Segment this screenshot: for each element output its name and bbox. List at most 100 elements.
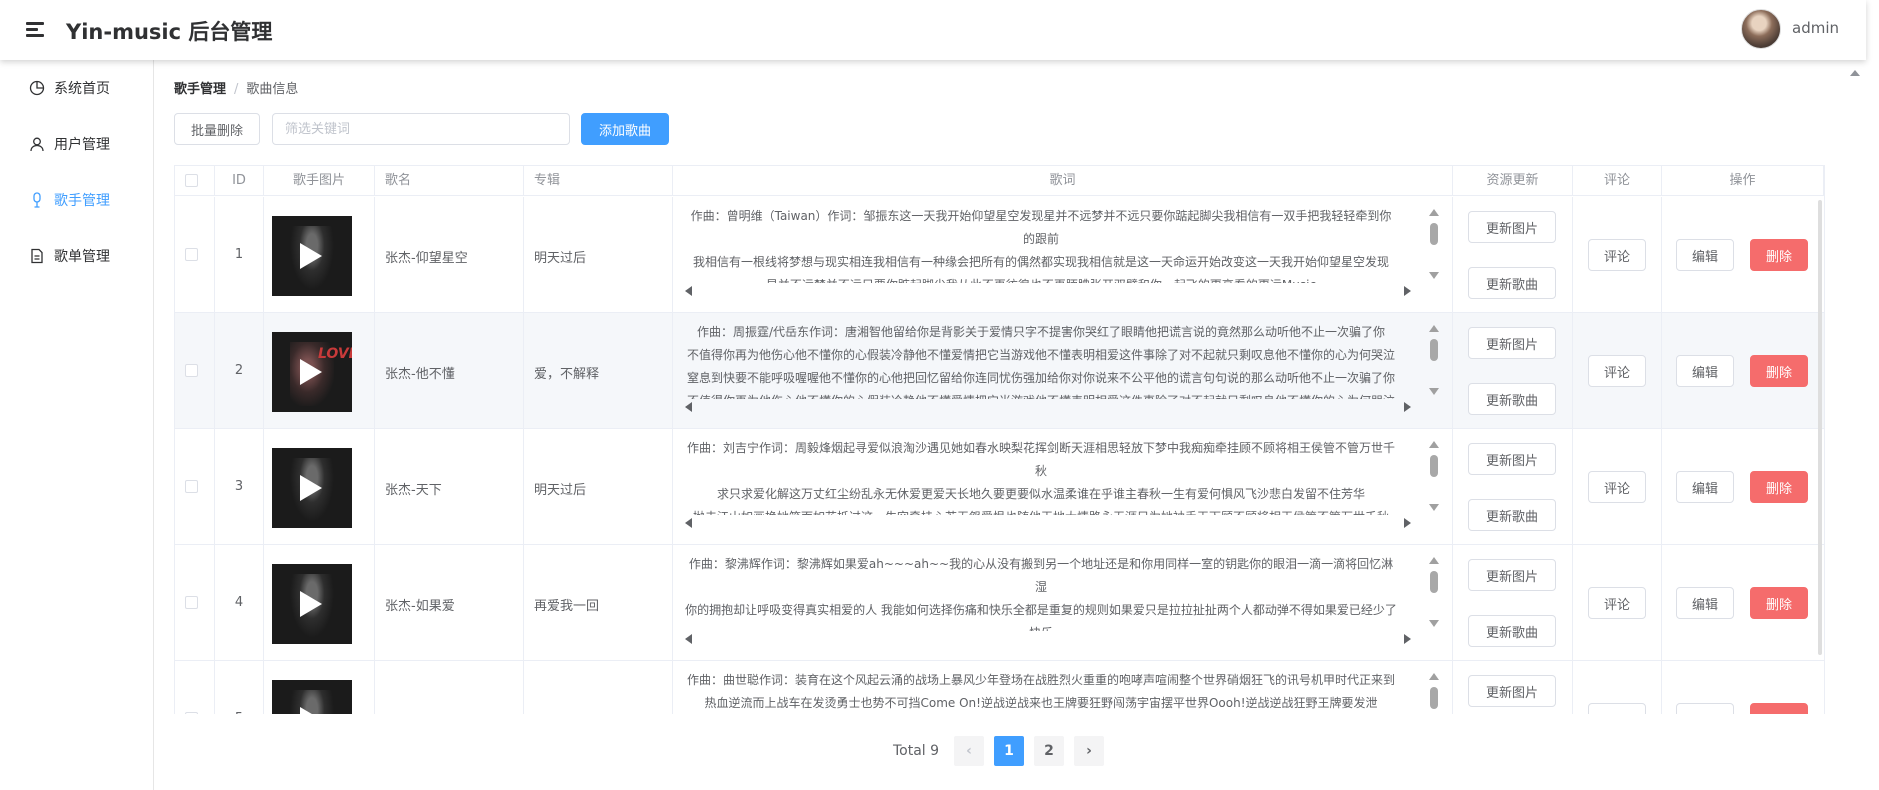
pagination-page-2[interactable]: 2 <box>1034 736 1064 766</box>
edit-button[interactable]: 编辑 <box>1676 239 1734 271</box>
lyrics-box[interactable]: 作曲：曲世聪作词：装育在这个风起云涌的战场上暴风少年登场在战胜烈火重重的咆哮声喧… <box>685 669 1423 714</box>
sidebar-item-singers[interactable]: 歌手管理 <box>0 172 153 228</box>
lyrics-box[interactable]: 作曲：曾明维（Taiwan）作词：邹振东这一天我开始仰望星空发现星并不远梦并不远… <box>685 205 1423 283</box>
sidebar-item-playlists[interactable]: 歌单管理 <box>0 228 153 284</box>
update-image-button[interactable]: 更新图片 <box>1468 675 1556 707</box>
table-row[interactable]: 3 张杰-天下 明天过后 作曲：刘吉宁作词：周毅烽烟起寻爱似浪淘沙遇见她如春水映… <box>175 429 1824 545</box>
comment-button[interactable]: 评论 <box>1588 703 1646 714</box>
delete-button[interactable]: 删除 <box>1750 471 1808 503</box>
scroll-down-icon[interactable] <box>1429 272 1439 279</box>
scroll-left-icon[interactable] <box>685 518 692 528</box>
scroll-left-icon[interactable] <box>685 402 692 412</box>
add-song-button[interactable]: 添加歌曲 <box>581 113 669 145</box>
menu-toggle-icon[interactable] <box>26 19 44 41</box>
update-song-button[interactable]: 更新歌曲 <box>1468 615 1556 647</box>
scroll-thumb[interactable] <box>1430 339 1438 361</box>
lyrics-box[interactable]: 作曲：刘吉宁作词：周毅烽烟起寻爱似浪淘沙遇见她如春水映梨花挥剑断天涯相思轻放下梦… <box>685 437 1423 515</box>
scroll-up-icon[interactable] <box>1429 325 1439 332</box>
scroll-right-icon[interactable] <box>1404 402 1411 412</box>
table-row[interactable]: 4 张杰-如果爱 再爱我一回 作曲：黎沸辉作词：黎沸辉如果爱ah~~~ah~~我… <box>175 545 1824 661</box>
scroll-up-icon[interactable] <box>1429 441 1439 448</box>
row-checkbox[interactable] <box>185 364 198 377</box>
song-cover-image[interactable]: LOVE <box>272 332 352 412</box>
scroll-thumb[interactable] <box>1430 223 1438 245</box>
pagination-page-1[interactable]: 1 <box>994 736 1024 766</box>
song-cover-image[interactable] <box>272 564 352 644</box>
play-icon[interactable] <box>300 591 322 617</box>
lyrics-box[interactable]: 作曲：周振霆/代岳东作词：唐湘智他留给你是背影关于爱情只字不提害你哭红了眼睛他把… <box>685 321 1423 399</box>
lyrics-vertical-scrollbar[interactable] <box>1427 557 1441 627</box>
comment-button[interactable]: 评论 <box>1588 355 1646 387</box>
scroll-right-icon[interactable] <box>1404 518 1411 528</box>
lyrics-horizontal-scrollbar[interactable] <box>685 633 1411 645</box>
update-image-button[interactable]: 更新图片 <box>1468 443 1556 475</box>
row-checkbox[interactable] <box>185 480 198 493</box>
scroll-right-icon[interactable] <box>1404 286 1411 296</box>
table-scrollbar[interactable] <box>1818 200 1822 655</box>
row-checkbox[interactable] <box>185 596 198 609</box>
lyrics-vertical-scrollbar[interactable] <box>1427 209 1441 279</box>
lyrics-horizontal-scrollbar[interactable] <box>685 285 1411 297</box>
pagination-prev-button[interactable]: ‹ <box>954 736 984 766</box>
update-image-button[interactable]: 更新图片 <box>1468 327 1556 359</box>
scroll-left-icon[interactable] <box>685 286 692 296</box>
delete-button[interactable]: 删除 <box>1750 587 1808 619</box>
select-all-checkbox[interactable] <box>185 174 198 187</box>
comment-button[interactable]: 评论 <box>1588 471 1646 503</box>
delete-button[interactable]: 删除 <box>1750 239 1808 271</box>
column-header-album[interactable]: 专辑 <box>524 166 673 196</box>
column-header-name[interactable]: 歌名 <box>375 166 524 196</box>
edit-button[interactable]: 编辑 <box>1676 355 1734 387</box>
table-row[interactable]: 5 张杰-燃烧 中国新声代第二季 第十 作曲：曲世聪作词：装育在这个风起云涌的战… <box>175 661 1824 714</box>
update-image-button[interactable]: 更新图片 <box>1468 211 1556 243</box>
scroll-up-icon[interactable] <box>1429 557 1439 564</box>
breadcrumb-parent[interactable]: 歌手管理 <box>174 82 226 97</box>
play-icon[interactable] <box>300 243 322 269</box>
scroll-up-icon[interactable] <box>1429 673 1439 680</box>
scroll-left-icon[interactable] <box>685 634 692 644</box>
update-image-button[interactable]: 更新图片 <box>1468 559 1556 591</box>
scroll-up-icon[interactable] <box>1429 209 1439 216</box>
play-icon[interactable] <box>300 359 322 385</box>
sidebar-item-users[interactable]: 用户管理 <box>0 116 153 172</box>
scroll-down-icon[interactable] <box>1429 620 1439 627</box>
row-checkbox[interactable] <box>185 712 198 714</box>
table-row[interactable]: 2 LOVE 张杰-他不懂 爱，不解释 作曲：周振霆/代岳东作词：唐湘智他留给你… <box>175 313 1824 429</box>
update-song-button[interactable]: 更新歌曲 <box>1468 499 1556 531</box>
delete-button[interactable]: 删除 <box>1750 703 1808 714</box>
sidebar-item-home[interactable]: 系统首页 <box>0 60 153 116</box>
avatar[interactable] <box>1741 9 1781 49</box>
lyrics-horizontal-scrollbar[interactable] <box>685 517 1411 529</box>
delete-button[interactable]: 删除 <box>1750 355 1808 387</box>
scroll-thumb[interactable] <box>1430 687 1438 709</box>
scroll-up-arrow-icon[interactable] <box>1850 70 1860 76</box>
song-cover-image[interactable] <box>272 448 352 528</box>
comment-button[interactable]: 评论 <box>1588 239 1646 271</box>
edit-button[interactable]: 编辑 <box>1676 471 1734 503</box>
username[interactable]: admin <box>1792 19 1839 37</box>
song-cover-image[interactable] <box>272 216 352 296</box>
batch-delete-button[interactable]: 批量删除 <box>174 113 260 145</box>
edit-button[interactable]: 编辑 <box>1676 703 1734 714</box>
lyrics-vertical-scrollbar[interactable] <box>1427 673 1441 714</box>
table-row[interactable]: 1 张杰-仰望星空 明天过后 作曲：曾明维（Taiwan）作词：邹振东这一天我开… <box>175 197 1824 313</box>
update-song-button[interactable]: 更新歌曲 <box>1468 383 1556 415</box>
pagination-next-button[interactable]: › <box>1074 736 1104 766</box>
scroll-thumb[interactable] <box>1430 571 1438 593</box>
search-input[interactable] <box>272 113 570 145</box>
lyrics-box[interactable]: 作曲：黎沸辉作词：黎沸辉如果爱ah~~~ah~~我的心从没有搬到另一个地址还是和… <box>685 553 1423 631</box>
play-icon[interactable] <box>300 475 322 501</box>
scroll-thumb[interactable] <box>1430 455 1438 477</box>
edit-button[interactable]: 编辑 <box>1676 587 1734 619</box>
row-checkbox[interactable] <box>185 248 198 261</box>
column-header-id[interactable]: ID <box>215 166 264 196</box>
scroll-right-icon[interactable] <box>1404 634 1411 644</box>
lyrics-horizontal-scrollbar[interactable] <box>685 401 1411 413</box>
scroll-down-icon[interactable] <box>1429 388 1439 395</box>
song-cover-image[interactable] <box>272 680 352 714</box>
lyrics-vertical-scrollbar[interactable] <box>1427 441 1441 511</box>
scroll-down-icon[interactable] <box>1429 504 1439 511</box>
update-song-button[interactable]: 更新歌曲 <box>1468 267 1556 299</box>
play-icon[interactable] <box>300 707 322 714</box>
lyrics-vertical-scrollbar[interactable] <box>1427 325 1441 395</box>
